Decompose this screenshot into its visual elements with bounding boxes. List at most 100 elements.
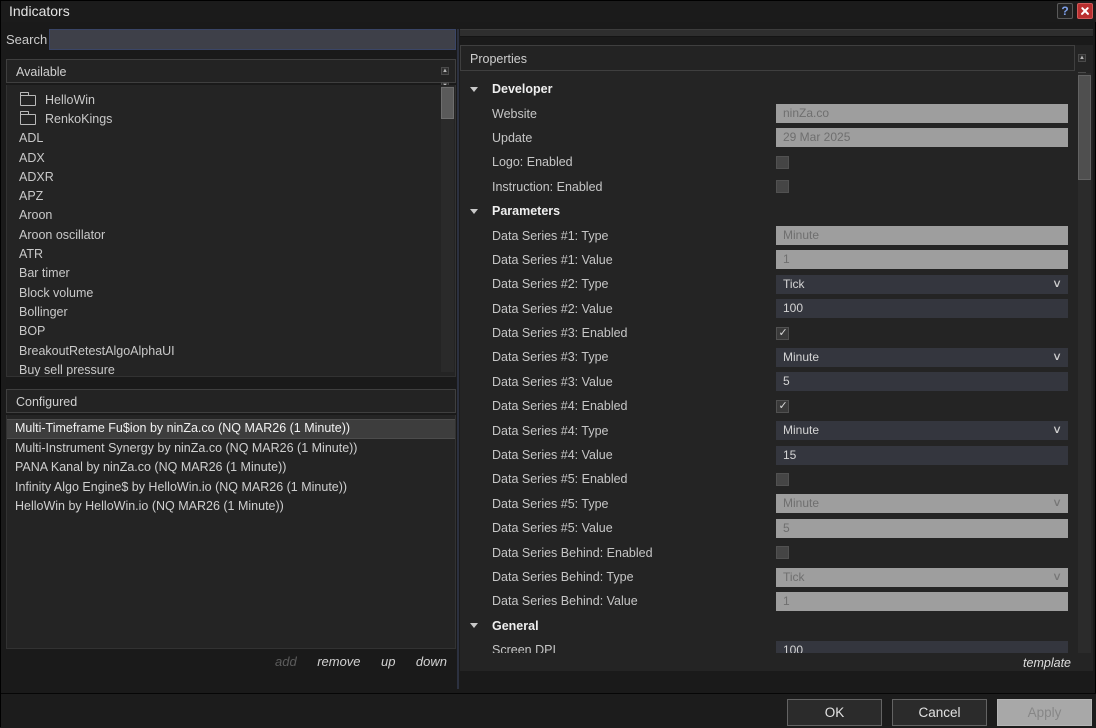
available-scrollbar[interactable]: [441, 86, 454, 372]
collapse-triangle-icon[interactable]: [470, 209, 492, 214]
property-label: Data Series #1: Type: [492, 229, 609, 243]
property-row: Website ninZa.co ∨: [460, 101, 1076, 125]
property-checkbox check-icon[interactable]: [776, 327, 789, 340]
list-action-link[interactable]: add: [275, 654, 297, 669]
property-label: Data Series #4: Value: [492, 448, 613, 462]
property-label: Data Series #2: Type: [492, 277, 609, 291]
property-field[interactable]: 100 ∨: [776, 641, 1068, 653]
available-item-label: Bollinger: [19, 305, 68, 319]
scroll-up-icon[interactable]: ▲: [441, 67, 449, 75]
available-list-item[interactable]: ADL: [7, 129, 455, 148]
apply-button: Apply: [997, 699, 1092, 726]
available-item-label: HelloWin: [45, 93, 95, 107]
property-row: Data Series #4: Type Minute ∨: [460, 418, 1076, 442]
properties-scrollbar-thumb[interactable]: [1078, 75, 1091, 180]
property-label: Data Series #3: Value: [492, 375, 613, 389]
scroll-up-icon[interactable]: ▲: [1078, 54, 1086, 62]
property-field: 5 ∨: [776, 519, 1068, 538]
property-value: Tick: [783, 570, 805, 584]
property-field[interactable]: Tick ∨: [776, 275, 1068, 294]
property-row: Update 29 Mar 2025 ∨: [460, 126, 1076, 150]
configured-list: Multi-Timeframe Fu$ion by ninZa.co (NQ M…: [6, 415, 456, 649]
property-value: 29 Mar 2025: [783, 130, 850, 144]
property-field: 29 Mar 2025 ∨: [776, 128, 1068, 147]
property-label: Logo: Enabled: [492, 155, 573, 169]
list-action-link[interactable]: down: [416, 654, 447, 669]
property-label: Website: [492, 107, 537, 121]
chevron-down-icon: ∨: [1052, 494, 1062, 513]
property-label: Developer: [492, 82, 552, 96]
collapse-triangle-icon[interactable]: [470, 87, 492, 92]
property-row: Data Series #4: Enabled ∨: [460, 394, 1076, 418]
property-label: Data Series #5: Enabled: [492, 472, 628, 486]
title-bar[interactable]: Indicators ?: [1, 1, 1096, 22]
properties-scrollbar[interactable]: [1078, 73, 1091, 653]
close-button[interactable]: [1077, 3, 1093, 19]
search-input[interactable]: [49, 29, 456, 50]
available-item-label: Bar timer: [19, 266, 70, 280]
available-list-item[interactable]: Bollinger: [7, 302, 455, 321]
list-action-link[interactable]: remove: [317, 654, 360, 669]
collapse-triangle-icon[interactable]: [470, 623, 492, 628]
available-list-item[interactable]: BOP: [7, 322, 455, 341]
property-field[interactable]: 15 ∨: [776, 446, 1068, 465]
list-action-link[interactable]: up: [381, 654, 395, 669]
configured-list-item[interactable]: HelloWin by HelloWin.io (NQ MAR26 (1 Min…: [7, 497, 455, 517]
horizontal-splitter[interactable]: [460, 29, 1093, 37]
property-checkbox check-icon: [776, 156, 789, 169]
configured-list-item[interactable]: Multi-Instrument Synergy by ninZa.co (NQ…: [7, 439, 455, 459]
available-list-item[interactable]: BreakoutRetestAlgoAlphaUI: [7, 341, 455, 360]
property-field[interactable]: Minute ∨: [776, 421, 1068, 440]
available-list-item[interactable]: Aroon: [7, 206, 455, 225]
configured-list-item[interactable]: Multi-Timeframe Fu$ion by ninZa.co (NQ M…: [7, 419, 455, 439]
chevron-down-icon: ∨: [1052, 568, 1062, 587]
property-row: Parameters ∨: [460, 199, 1076, 223]
property-field: 1 ∨: [776, 250, 1068, 269]
available-list-item[interactable]: ATR: [7, 244, 455, 263]
available-item-label: APZ: [19, 189, 43, 203]
available-list-item[interactable]: Aroon oscillator: [7, 225, 455, 244]
configured-header-label: Configured: [16, 395, 77, 409]
properties-header-label: Properties: [470, 52, 527, 66]
available-list-item[interactable]: Buy sell pressure: [7, 360, 455, 377]
available-list-item[interactable]: RenkoKings: [7, 109, 455, 128]
available-item-label: ATR: [19, 247, 43, 261]
configured-header: Configured: [6, 389, 456, 413]
property-row: Developer ∨: [460, 77, 1076, 101]
available-list-item[interactable]: ADX: [7, 148, 455, 167]
available-list-item[interactable]: HelloWin: [7, 90, 455, 109]
available-list-item[interactable]: Bar timer: [7, 264, 455, 283]
property-row: General ∨: [460, 614, 1076, 638]
property-row: Data Series #3: Type Minute ∨: [460, 345, 1076, 369]
property-row: Data Series #1: Value 1 ∨: [460, 248, 1076, 272]
available-item-label: Aroon: [19, 208, 52, 222]
footer-bar: OK Cancel Apply: [1, 693, 1096, 728]
property-label: Instruction: Enabled: [492, 180, 603, 194]
property-row: Data Series Behind: Type Tick ∨: [460, 565, 1076, 589]
available-list-item[interactable]: APZ: [7, 186, 455, 205]
property-field[interactable]: 5 ∨: [776, 372, 1068, 391]
ok-button[interactable]: OK: [787, 699, 882, 726]
property-label: Data Series Behind: Value: [492, 594, 638, 608]
property-row: Data Series #5: Enabled ∨: [460, 467, 1076, 491]
property-row: Data Series Behind: Enabled ∨: [460, 540, 1076, 564]
available-list-item[interactable]: Block volume: [7, 283, 455, 302]
property-field[interactable]: Minute ∨: [776, 348, 1068, 367]
property-value: 5: [783, 374, 790, 388]
help-button[interactable]: ?: [1057, 3, 1073, 19]
available-scrollbar-thumb[interactable]: [441, 87, 454, 119]
property-value: 5: [783, 521, 790, 535]
property-field[interactable]: 100 ∨: [776, 299, 1068, 318]
folder-icon: [20, 95, 36, 106]
property-row: Data Series #4: Value 15 ∨: [460, 443, 1076, 467]
available-header-label: Available: [16, 65, 67, 79]
configured-list-item[interactable]: Infinity Algo Engine$ by HelloWin.io (NQ…: [7, 478, 455, 498]
available-item-label: ADXR: [19, 170, 54, 184]
cancel-button[interactable]: Cancel: [892, 699, 987, 726]
properties-panel: Properties ▲ ▼ Developer ∨: [460, 45, 1093, 671]
property-value: 100: [783, 301, 803, 315]
template-link[interactable]: template: [1023, 656, 1071, 670]
configured-list-item[interactable]: PANA Kanal by ninZa.co (NQ MAR26 (1 Minu…: [7, 458, 455, 478]
available-list-item[interactable]: ADXR: [7, 167, 455, 186]
property-checkbox check-icon[interactable]: [776, 400, 789, 413]
